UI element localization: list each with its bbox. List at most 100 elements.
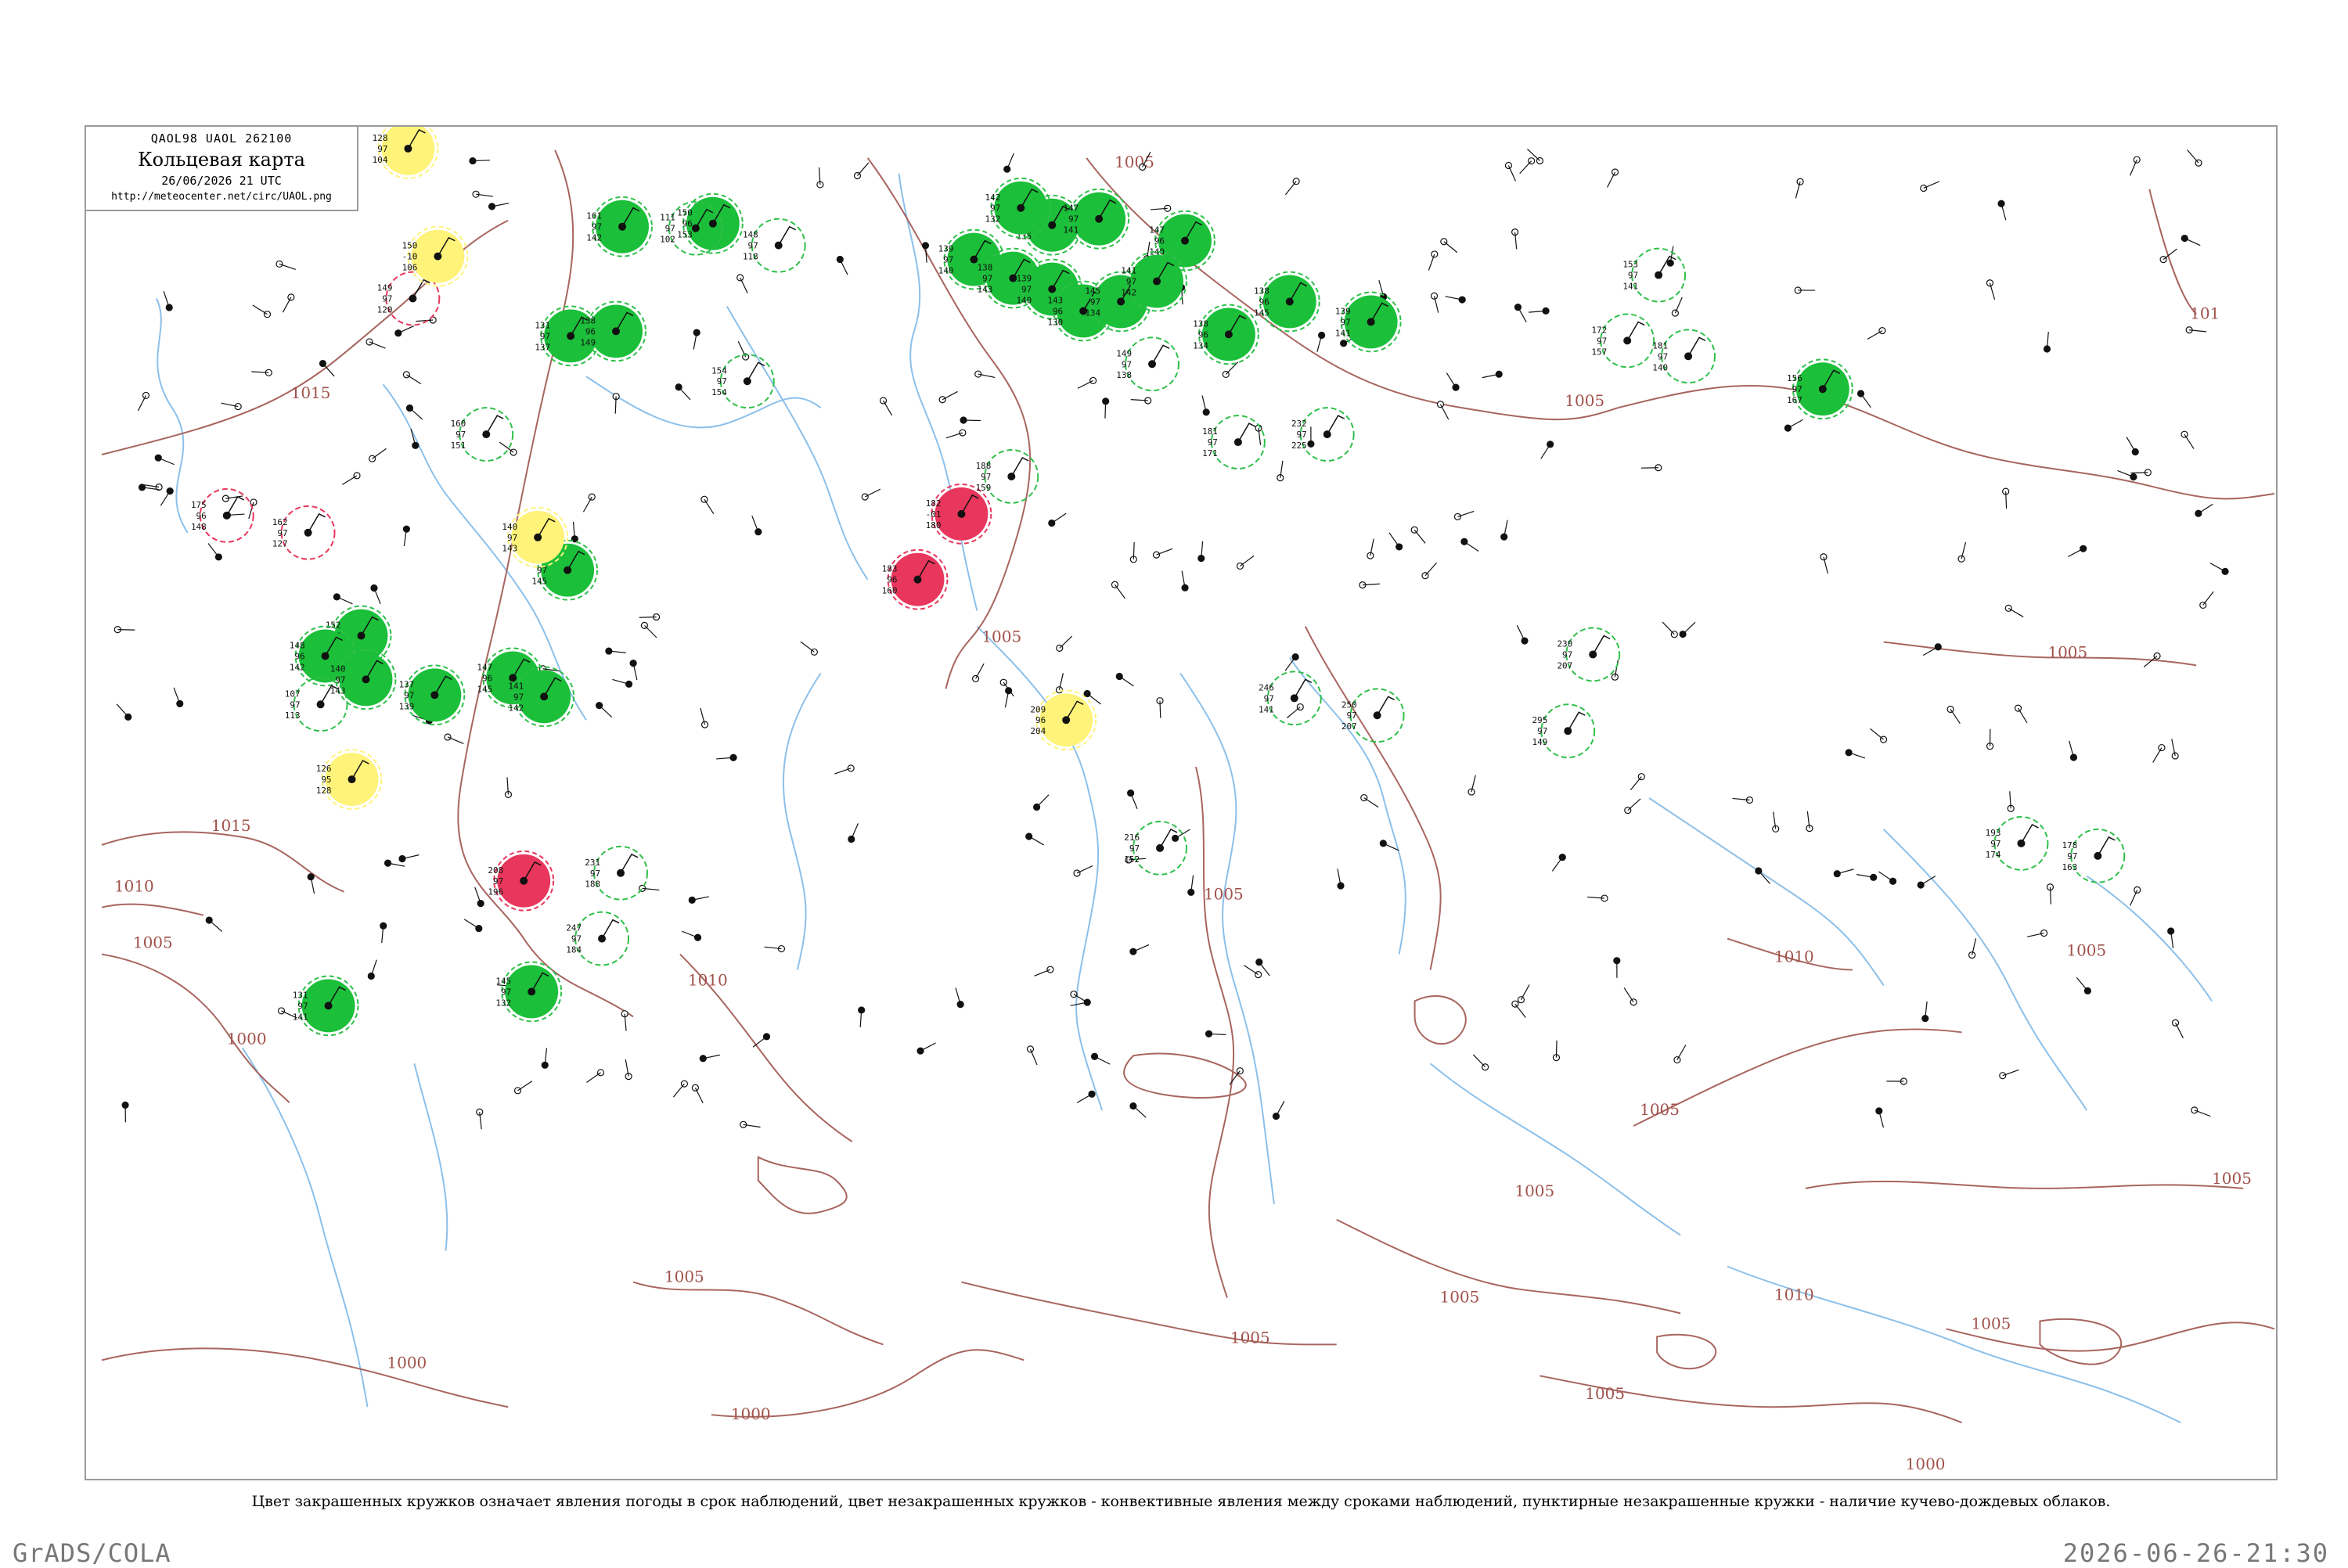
station-value: 140 [1016, 295, 1032, 305]
station-value: 97 [513, 692, 524, 702]
station-glyph [251, 369, 272, 376]
station-glyph [1236, 555, 1255, 570]
weather-station[interactable]: 150-10106 [402, 225, 469, 287]
station-glyph [672, 1080, 688, 1098]
station-value: 97 [1597, 336, 1607, 346]
station-glyph [1613, 957, 1621, 978]
station-glyph [1500, 520, 1508, 541]
weather-station[interactable]: 14897118 [743, 218, 806, 273]
weather-station[interactable]: 19397174 [1986, 815, 2049, 871]
weather-station[interactable]: 18396160 [882, 548, 949, 610]
station-value: 140 [502, 522, 517, 532]
weather-station[interactable]: 15497154 [711, 354, 775, 409]
station-value: 97 [1537, 726, 1547, 736]
station-dot [1148, 360, 1157, 369]
bulletin-codes: QAOL98 UAOL 262100 [150, 131, 293, 146]
station-glyph [960, 416, 981, 424]
weather-station[interactable]: 20897196 [488, 850, 555, 912]
isobar-label: 1010 [688, 970, 728, 989]
station-value: 143 [1047, 295, 1063, 305]
station-glyph [333, 593, 353, 605]
weather-station[interactable]: 16097151 [450, 407, 514, 462]
station-glyph [2199, 591, 2214, 610]
weather-station[interactable]: 14597132 [495, 961, 563, 1023]
station-value: 174 [1986, 850, 2001, 860]
station-dot [618, 222, 627, 231]
station-glyph [2159, 248, 2177, 264]
station-value: 107 [285, 689, 301, 699]
weather-station[interactable]: 23097207 [1557, 627, 1621, 682]
station-glyph [410, 428, 420, 449]
weather-station[interactable]: 23297225 [1291, 407, 1355, 462]
weather-station[interactable]: 14997138 [1116, 336, 1180, 392]
station-glyph [625, 1059, 632, 1081]
station-value: 134 [1193, 340, 1208, 351]
weather-station[interactable]: 24797184 [566, 911, 630, 966]
station-glyph [675, 383, 691, 401]
legend-caption: Цвет закрашенных кружков означает явлени… [251, 1493, 2111, 1510]
weather-station[interactable]: 13896134 [1193, 304, 1259, 365]
station-glyph [2181, 430, 2195, 449]
station-glyph [1460, 538, 1479, 552]
weather-station[interactable]: 18197171 [1202, 415, 1266, 469]
weather-station[interactable]: 21697152 [1124, 820, 1187, 876]
weather-station[interactable]: 15397141 [1622, 247, 1687, 303]
station-glyph [1025, 833, 1044, 846]
station-glyph [1286, 703, 1304, 718]
station-glyph [1679, 621, 1696, 638]
station-glyph [1129, 541, 1137, 563]
station-value: 160 [450, 419, 466, 429]
weather-map[interactable]: 1015 1015 1010 1005 1000 1010 1005 1000 1000 1005… [86, 127, 2276, 1479]
station-value: 132 [985, 214, 1001, 225]
station-value: 97 [990, 203, 1000, 214]
station-value: 148 [743, 230, 758, 240]
weather-station[interactable]: 13197141 [293, 975, 359, 1037]
station-glyph [1440, 238, 1458, 254]
weather-station[interactable]: 12695128 [316, 749, 383, 810]
station-glyph [1878, 871, 1897, 885]
isobar-label: 1000 [1906, 1455, 1946, 1473]
weather-station[interactable]: 17297157 [1591, 313, 1655, 369]
weather-station[interactable]: 182-01180 [926, 483, 992, 545]
station-glyph [2191, 1106, 2211, 1117]
weather-station[interactable]: 18197140 [1652, 329, 1716, 384]
weather-station[interactable]: 16297127 [272, 505, 336, 560]
station-glyph [1367, 538, 1374, 559]
weather-station[interactable]: 17897163 [2062, 828, 2126, 883]
station-value: 216 [1124, 833, 1140, 843]
isobar-label: 1000 [731, 1404, 771, 1423]
station-glyph [282, 293, 295, 313]
isobar-label: 1005 [664, 1268, 704, 1286]
weather-station[interactable]: 13896145 [1254, 271, 1320, 333]
weather-station[interactable]: 23197188 [585, 845, 648, 901]
station-glyph [1150, 204, 1172, 212]
source-url[interactable]: http://meteocenter.net/circ/UAOL.png [86, 191, 357, 203]
weather-station[interactable]: 12897104 [373, 127, 439, 179]
station-value: 137 [535, 342, 550, 352]
station-value: 142 [290, 662, 305, 672]
weather-station[interactable]: 17596148 [191, 487, 254, 543]
station-value: 172 [1591, 325, 1607, 335]
station-dot [222, 511, 231, 520]
station-glyph [1794, 286, 1816, 294]
station-value: 96 [482, 673, 492, 683]
station-glyph [938, 390, 958, 404]
station-dot [409, 294, 417, 303]
station-value: 97 [540, 331, 550, 341]
station-glyph [1077, 376, 1097, 389]
weather-station[interactable]: 15697167 [1787, 358, 1853, 420]
station-glyph [1551, 853, 1566, 872]
station-glyph [1127, 789, 1138, 810]
station-value: 159 [976, 483, 992, 493]
weather-station[interactable]: 13797139 [399, 664, 466, 726]
station-value: 149 [580, 337, 596, 347]
station-value: 143 [978, 285, 993, 295]
station-glyph [836, 255, 848, 275]
weather-station[interactable]: 20996204 [1030, 689, 1097, 751]
station-glyph [1922, 643, 1942, 656]
weather-station[interactable]: 24697141 [1259, 671, 1322, 726]
weather-station[interactable]: 29597149 [1532, 703, 1596, 759]
station-glyph [1856, 873, 1878, 881]
weather-station[interactable]: 16197142 [586, 196, 653, 257]
station-glyph [2171, 1019, 2184, 1039]
